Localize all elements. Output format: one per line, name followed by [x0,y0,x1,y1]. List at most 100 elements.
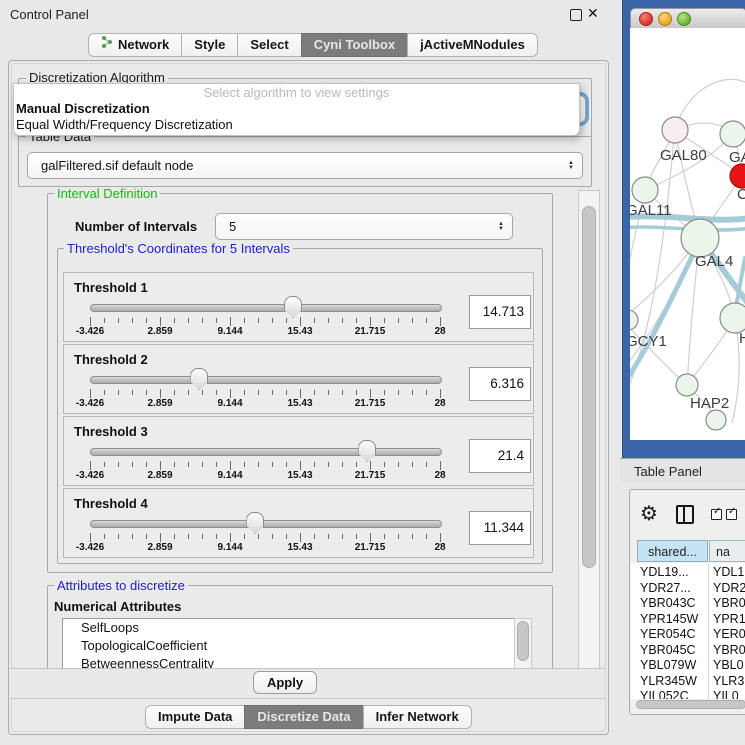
cell-name: YDL1 [713,564,744,580]
slider-track[interactable] [90,304,442,312]
gear-icon[interactable]: ⚙ [640,501,658,526]
tab-label: Network [118,34,169,56]
table-row[interactable]: YBL079WYBL0 [631,657,745,673]
slider-thumb-icon[interactable] [284,296,302,318]
tab-label: Style [194,34,225,56]
numerical-attributes-list[interactable]: SelfLoopsTopologicalCoefficientBetweenne… [62,618,532,670]
table-row[interactable]: YBR045CYBR0 [631,642,745,658]
axis-tick [314,318,315,323]
tab-label: Discretize Data [257,706,350,728]
axis-tick [160,461,161,470]
network-tab-icon [101,34,113,56]
checkbox-checked-icon[interactable]: ✓ [726,509,737,520]
axis-tick [118,534,119,539]
threshold-value-field[interactable]: 14.713 [469,295,531,329]
threshold-value-field[interactable]: 11.344 [469,511,531,545]
axis-tick [230,461,231,470]
axis-tick [174,318,175,323]
attributes-list-scrollbar[interactable] [514,618,532,670]
table-hscrollbar[interactable] [636,700,745,709]
network-canvas[interactable]: GAL80GACGAL11GAL4GCY1HHAP2 [630,28,745,440]
combo-arrows-icon: ▲▼ [498,222,504,232]
panel-scrollbar-thumb[interactable] [582,206,596,568]
network-node-selected[interactable] [730,164,745,188]
float-window-icon[interactable] [570,9,582,21]
axis-tick [398,318,399,323]
slider-track[interactable] [90,376,442,384]
axis-tick [314,462,315,467]
threshold-value-field[interactable]: 6.316 [469,367,531,401]
axis-tick [202,534,203,539]
apply-button[interactable]: Apply [253,671,317,694]
number-of-intervals-select[interactable]: 5 ▲▼ [215,213,513,240]
axis-tick [174,390,175,395]
cell-name: YBR0 [713,595,745,611]
tab-impute-data[interactable]: Impute Data [145,705,245,729]
axis-tick [370,533,371,542]
slider-track[interactable] [90,520,442,528]
network-node[interactable] [681,219,719,257]
cell-shared-name: YLR345W [640,673,697,689]
table-row[interactable]: YDR27...YDR2 [631,580,745,596]
tab-select[interactable]: Select [237,33,301,57]
axis-tick [384,534,385,539]
tab-infer-network[interactable]: Infer Network [363,705,472,729]
network-node[interactable] [720,121,745,147]
table-row[interactable]: YER054CYER0 [631,626,745,642]
axis-tick [188,534,189,539]
checkbox-checked-icon[interactable]: ✓ [711,509,722,520]
table-row[interactable]: YDL19...YDL1 [631,564,745,580]
close-traffic-light-icon[interactable] [639,12,653,26]
axis-tick [384,390,385,395]
panel-scrollbar[interactable] [578,190,600,669]
column-header-shared[interactable]: shared... [637,540,708,562]
tab-cyni-toolbox[interactable]: Cyni Toolbox [301,33,408,57]
axis-tick [286,390,287,395]
table-row[interactable]: YPR145WYPR1 [631,611,745,627]
cell-shared-name: YBR045C [640,642,696,658]
list-item[interactable]: TopologicalCoefficient [63,637,531,655]
axis-tick [356,390,357,395]
axis-tick [412,534,413,539]
axis-tick [104,462,105,467]
dropdown-item-equal-width-frequency-discretization[interactable]: Equal Width/Frequency Discretization [14,117,579,133]
split-columns-icon[interactable] [676,505,694,524]
axis-tick [272,462,273,467]
column-header-name[interactable]: na [709,540,745,562]
axis-tick [370,317,371,326]
network-node[interactable] [706,410,726,430]
tab-style[interactable]: Style [181,33,238,57]
tab-discretize-data[interactable]: Discretize Data [244,705,363,729]
axis-tick [272,534,273,539]
tab-network[interactable]: Network [88,33,182,57]
axis-tick [328,390,329,395]
slider-thumb-icon[interactable] [358,440,376,462]
threshold-value-field[interactable]: 21.4 [469,439,531,473]
table-hscrollbar-thumb[interactable] [636,700,745,709]
dropdown-item-manual-discretization[interactable]: Manual Discretization [14,101,579,117]
network-node[interactable] [630,310,638,330]
list-item[interactable]: SelfLoops [63,619,531,637]
axis-tick [342,318,343,323]
axis-tick-label: -3.426 [76,542,104,553]
network-node[interactable] [662,117,688,143]
zoom-traffic-light-icon[interactable] [677,12,691,26]
table-row[interactable]: YBR043CYBR0 [631,595,745,611]
network-node[interactable] [676,374,698,396]
table-data-select[interactable]: galFiltered.sif default node ▲▼ [27,152,583,179]
axis-tick [216,462,217,467]
attributes-list-scrollbar-thumb[interactable] [517,621,529,661]
minimize-traffic-light-icon[interactable] [658,12,672,26]
axis-tick [342,390,343,395]
network-node[interactable] [720,303,745,333]
slider-thumb-icon[interactable] [190,368,208,390]
slider-track[interactable] [90,448,442,456]
axis-tick [258,318,259,323]
network-node[interactable] [632,177,658,203]
close-icon[interactable]: ✕ [587,5,599,22]
axis-tick-label: 21.715 [355,398,386,409]
table-row[interactable]: YLR345WYLR3 [631,673,745,689]
slider-thumb-icon[interactable] [246,512,264,534]
tab-jactivemnodules[interactable]: jActiveMNodules [407,33,538,57]
cell-name: YBL0 [713,657,744,673]
